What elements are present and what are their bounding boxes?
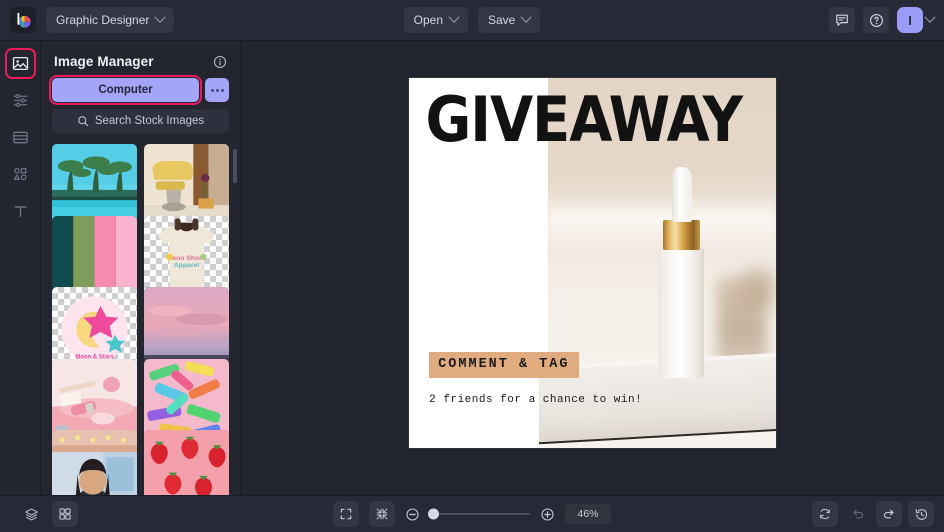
photo-arcade: [52, 430, 137, 495]
dot: [215, 88, 219, 92]
dropper-bottle-pipette: [672, 166, 692, 223]
app-logo[interactable]: [10, 7, 36, 33]
thumbnail-grid: Neon Shore Apparel Moon & Stars: [41, 144, 240, 495]
dropper-bottle-gold-collar: [663, 220, 700, 251]
minus-circle-icon: [406, 507, 419, 521]
question-circle-icon: [869, 13, 883, 27]
layout-icon: [12, 131, 28, 144]
panel-header: Image Manager: [41, 41, 240, 78]
bottom-left-actions: [10, 501, 210, 527]
zoom-slider[interactable]: [428, 508, 530, 520]
zoom-level-value[interactable]: 46%: [565, 504, 611, 524]
redo-arrow-icon: [883, 509, 894, 518]
chat-bubble-icon: [836, 14, 848, 26]
svg-text:Apparel: Apparel: [174, 262, 199, 269]
more-options-button[interactable]: [205, 78, 229, 102]
sidebar-item-layout[interactable]: [7, 124, 34, 151]
info-circle-icon: [213, 55, 227, 68]
text-t-icon: [13, 206, 27, 218]
top-right-actions: I: [829, 7, 936, 33]
save-button[interactable]: Save: [478, 7, 541, 33]
dropper-bottle-body: [657, 248, 705, 378]
fit-to-screen-icon: [340, 508, 352, 520]
zoom-in-button[interactable]: [540, 507, 555, 522]
sidebar-item-adjust[interactable]: [7, 87, 34, 114]
account-menu[interactable]: I: [897, 7, 936, 33]
photo-light-band: [548, 192, 776, 252]
help-button[interactable]: [863, 7, 889, 33]
shrink-to-fit-icon: [376, 508, 388, 520]
top-toolbar: Graphic Designer Open Save I: [0, 0, 944, 41]
artboard[interactable]: GIVEAWAY COMMENT & TAG 2 friends for a c…: [409, 78, 776, 448]
search-icon: [78, 116, 88, 127]
open-label: Open: [413, 13, 443, 27]
layers-button[interactable]: [18, 501, 44, 527]
redo-button[interactable]: [876, 501, 902, 527]
artboard-headline[interactable]: GIVEAWAY: [426, 88, 744, 150]
search-stock-images-button[interactable]: Search Stock Images: [52, 109, 229, 133]
chevron-down-icon: [448, 11, 460, 23]
plus-circle-icon: [541, 507, 554, 521]
sidebar-item-images[interactable]: [7, 50, 34, 77]
image-manager-panel: Image Manager Computer Search Stock Imag…: [41, 41, 241, 495]
list-item[interactable]: [144, 430, 229, 495]
sliders-icon: [13, 94, 27, 107]
zoom-out-button[interactable]: [405, 507, 420, 522]
open-button[interactable]: Open: [403, 7, 468, 33]
dot: [210, 88, 214, 92]
shrink-to-fit-button[interactable]: [369, 501, 395, 527]
layers-icon: [24, 507, 38, 520]
list-item[interactable]: [52, 430, 137, 495]
source-row: Computer: [49, 75, 229, 105]
avatar[interactable]: I: [897, 7, 923, 33]
bottom-toolbar: 46%: [0, 495, 944, 532]
colorful-circle-logo-icon: [16, 12, 31, 28]
grid-pages-icon: [59, 508, 71, 520]
history-controls: [812, 501, 934, 527]
search-stock-images-label: Search Stock Images: [94, 115, 205, 127]
panel-scrollbar[interactable]: [233, 149, 237, 183]
chevron-down-icon: [924, 11, 936, 23]
undo-arrow-icon: [852, 509, 863, 518]
sidebar-item-elements[interactable]: [7, 161, 34, 188]
photo-strawberries: [144, 430, 229, 495]
svg-text:Neon Shore: Neon Shore: [167, 255, 205, 262]
dot: [220, 88, 224, 92]
canvas-area[interactable]: GIVEAWAY COMMENT & TAG 2 friends for a c…: [241, 41, 944, 495]
artboard-subtitle[interactable]: 2 friends for a chance to win!: [429, 394, 642, 406]
workspace-selector[interactable]: Graphic Designer: [46, 7, 175, 33]
chevron-down-icon: [154, 11, 167, 23]
workspace-label: Graphic Designer: [56, 13, 150, 27]
main-body: Image Manager Computer Search Stock Imag…: [0, 41, 944, 495]
app-window: Graphic Designer Open Save I Image Manag…: [0, 0, 944, 532]
image-icon: [12, 56, 28, 71]
feedback-button[interactable]: [829, 7, 855, 33]
artboard-tag-text[interactable]: COMMENT & TAG: [429, 351, 579, 378]
panel-info-button[interactable]: [213, 55, 227, 69]
history-button[interactable]: [908, 501, 934, 527]
sidebar-item-text[interactable]: [7, 198, 34, 225]
computer-upload-button[interactable]: Computer: [49, 75, 202, 105]
page-title: Image Manager: [54, 54, 154, 69]
zoom-slider-handle[interactable]: [428, 508, 439, 520]
chevron-down-icon: [520, 11, 533, 23]
reset-rotate-icon: [820, 508, 830, 520]
left-tool-rail: [0, 41, 41, 495]
save-label: Save: [488, 13, 516, 27]
panel-actions: Computer Search Stock Images: [41, 75, 240, 133]
undo-button[interactable]: [844, 501, 870, 527]
history-clock-icon: [915, 508, 927, 520]
reset-button[interactable]: [812, 501, 838, 527]
shapes-icon: [13, 167, 26, 181]
fit-to-screen-button[interactable]: [333, 501, 359, 527]
pages-button[interactable]: [52, 501, 78, 527]
